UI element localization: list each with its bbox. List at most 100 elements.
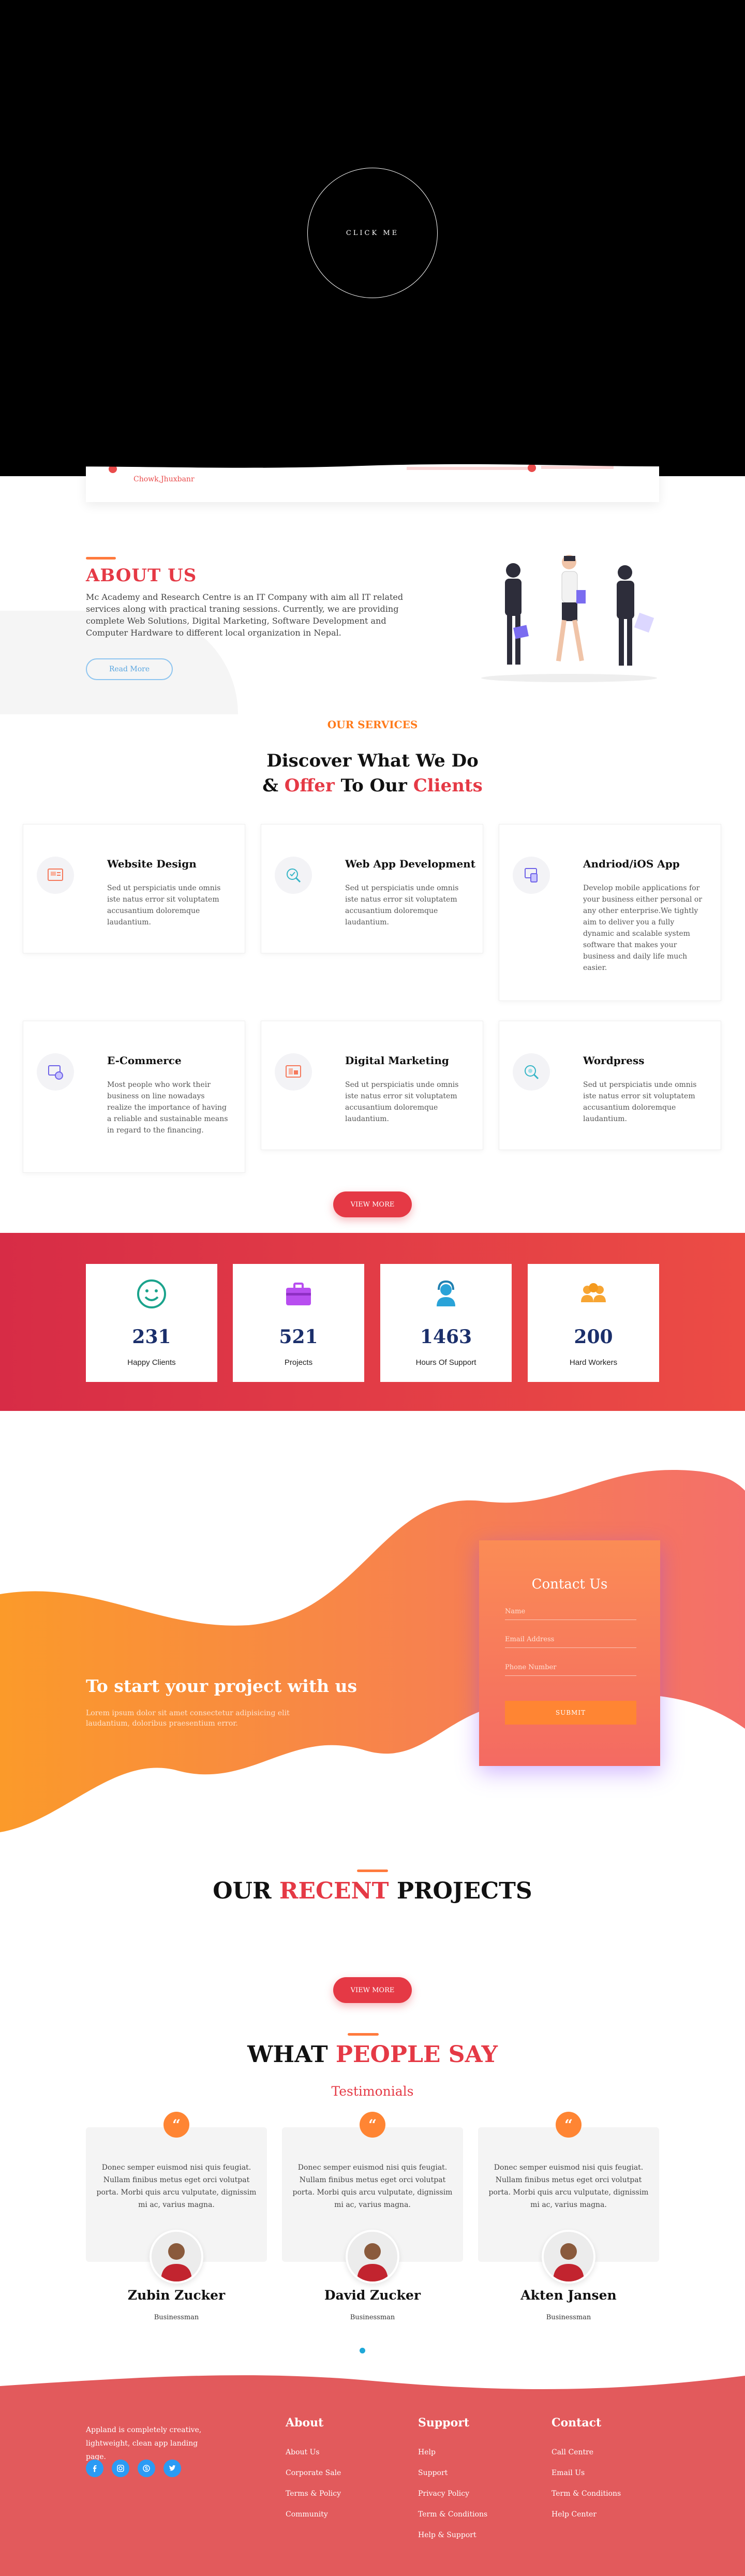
service-text: Sed ut perspiciatis unde omnis iste natu… <box>345 884 459 926</box>
address-text: Chowk,Jhuxbanr <box>133 475 195 483</box>
stat-value: 1463 <box>420 1326 472 1348</box>
projects-title-b: RECENT <box>279 1878 389 1904</box>
click-me-button[interactable]: CLICK ME <box>307 168 438 298</box>
service-card-digital-marketing[interactable]: Digital Marketing Sed ut perspiciatis un… <box>261 1021 483 1150</box>
stat-card-hard-workers: 200 Hard Workers <box>528 1264 659 1382</box>
read-more-button[interactable]: Read More <box>86 658 173 680</box>
testimonial-text: Donec semper euismod nisi quis feugiat. … <box>96 2163 257 2209</box>
footer-link[interactable]: Terms & Policy <box>286 2490 341 2498</box>
service-text: Sed ut perspiciatis unde omnis iste natu… <box>583 1081 697 1123</box>
projects-title-a: OUR <box>213 1878 279 1904</box>
footer-link[interactable]: Help <box>418 2448 436 2456</box>
service-card-wordpress[interactable]: Wordpress Sed ut perspiciatis unde omnis… <box>499 1021 721 1150</box>
testimonial-role: Businessman <box>546 2314 591 2321</box>
services-title-line2: & Offer To Our Clients <box>0 773 745 798</box>
phone-field[interactable] <box>505 1659 636 1676</box>
testimonial-text: Donec semper euismod nisi quis feugiat. … <box>292 2163 453 2209</box>
digital-marketing-icon <box>275 1053 312 1091</box>
testimonials-title: WHAT PEOPLE SAY <box>0 2041 745 2068</box>
testimonial-name: Akten Jansen <box>520 2288 617 2303</box>
service-title: Digital Marketing <box>345 1054 449 1067</box>
testimonial-name: Zubin Zucker <box>127 2288 226 2303</box>
twitter-icon[interactable] <box>163 2460 181 2477</box>
services-title-line1: Discover What We Do <box>266 750 479 771</box>
avatar <box>150 2230 203 2284</box>
service-text: Sed ut perspiciatis unde omnis iste natu… <box>345 1081 459 1123</box>
footer-link[interactable]: Privacy Policy <box>418 2490 469 2498</box>
team-icon <box>581 1283 606 1302</box>
testimonials-subtitle: Testimonials <box>331 2084 414 2099</box>
footer-link[interactable]: Support <box>418 2469 448 2477</box>
footer-heading-contact: Contact <box>552 2416 602 2430</box>
footer-heading-about: About <box>286 2416 324 2430</box>
service-text: Develop mobile applications for your bus… <box>583 884 703 972</box>
service-title: Web App Development <box>345 858 475 870</box>
hero-wave-edge <box>0 445 745 468</box>
footer-description: Appland is completely creative, lightwei… <box>86 2426 202 2461</box>
instagram-icon[interactable] <box>112 2460 129 2477</box>
testimonials-title-b: PEOPLE SAY <box>335 2041 498 2068</box>
testimonials-title-a: WHAT <box>247 2041 336 2068</box>
email-field[interactable] <box>505 1631 636 1648</box>
stat-value: 200 <box>574 1326 613 1348</box>
footer-link[interactable]: Help & Support <box>418 2531 476 2539</box>
footer-link[interactable]: Corporate Sale <box>286 2469 341 2477</box>
smiley-icon <box>137 1279 166 1308</box>
service-card-ecommerce[interactable]: E-Commerce Most people who work their bu… <box>23 1021 245 1173</box>
support-icon <box>437 1280 455 1306</box>
ecommerce-icon <box>37 1053 74 1091</box>
service-title: E-Commerce <box>107 1054 182 1067</box>
service-card-mobile-app[interactable]: Andriod/iOS App Develop mobile applicati… <box>499 824 721 1001</box>
testimonial-text: Donec semper euismod nisi quis feugiat. … <box>488 2163 649 2209</box>
team-illustration <box>481 555 657 682</box>
testimonial-name: David Zucker <box>324 2288 421 2303</box>
footer-heading-support: Support <box>418 2416 470 2430</box>
footer-link[interactable]: Term & Conditions <box>418 2510 487 2519</box>
stat-label: Hours Of Support <box>415 1358 476 1367</box>
footer-link[interactable]: Help Center <box>552 2510 597 2519</box>
footer-link[interactable]: Email Us <box>552 2469 585 2477</box>
contact-title: Contact Us <box>531 1577 608 1592</box>
view-more-services-button[interactable]: VIEW MORE <box>333 1191 412 1217</box>
wordpress-icon <box>513 1053 550 1091</box>
footer-background <box>0 2375 745 2576</box>
quote-icon: “ <box>360 2112 385 2138</box>
footer-link[interactable]: Community <box>286 2510 328 2519</box>
name-field[interactable] <box>505 1603 636 1620</box>
carousel-dot[interactable] <box>360 2348 365 2353</box>
stat-card-projects: 521 Projects <box>233 1264 364 1382</box>
mobile-app-icon <box>513 857 550 894</box>
service-text: Most people who work their business on l… <box>107 1081 228 1135</box>
services-title-amp: & <box>262 775 285 796</box>
about-accent-bar <box>86 557 116 560</box>
footer-link[interactable]: Call Centre <box>552 2448 593 2456</box>
web-design-icon <box>37 857 74 894</box>
view-more-projects-button[interactable]: VIEW MORE <box>333 1977 412 2003</box>
projects-title-c: PROJECTS <box>389 1878 532 1904</box>
projects-title: OUR RECENT PROJECTS <box>0 1878 745 1904</box>
footer-link[interactable]: About Us <box>286 2448 320 2456</box>
submit-button[interactable]: SUBMIT <box>505 1701 636 1725</box>
skype-icon[interactable] <box>138 2460 155 2477</box>
testimonial-role: Businessman <box>350 2314 395 2321</box>
stat-card-hours-support: 1463 Hours Of Support <box>380 1264 512 1382</box>
stat-card-happy-clients: 231 Happy Clients <box>86 1264 217 1382</box>
service-card-website-design[interactable]: Website Design Sed ut perspiciatis unde … <box>23 824 245 953</box>
contact-form-card <box>479 1540 660 1766</box>
stat-label: Hard Workers <box>569 1358 618 1367</box>
click-me-label: CLICK ME <box>346 229 399 237</box>
footer-link[interactable]: Term & Conditions <box>552 2490 621 2498</box>
service-text: Sed ut perspiciatis unde omnis iste natu… <box>107 884 221 926</box>
stat-value: 521 <box>279 1326 318 1348</box>
cta-text: Lorem ipsum dolor sit amet consectetur a… <box>86 1709 290 1728</box>
quote-icon: “ <box>163 2112 189 2138</box>
service-card-web-app[interactable]: Web App Development Sed ut perspiciatis … <box>261 824 483 953</box>
service-title: Wordpress <box>583 1054 645 1067</box>
services-title: Discover What We Do & Offer To Our Clien… <box>0 748 745 798</box>
facebook-icon[interactable] <box>86 2460 103 2477</box>
stat-value: 231 <box>132 1326 171 1348</box>
quote-icon: “ <box>556 2112 582 2138</box>
projects-accent-bar <box>357 1870 388 1872</box>
services-title-offer: Offer <box>284 775 335 796</box>
avatar <box>542 2230 595 2284</box>
